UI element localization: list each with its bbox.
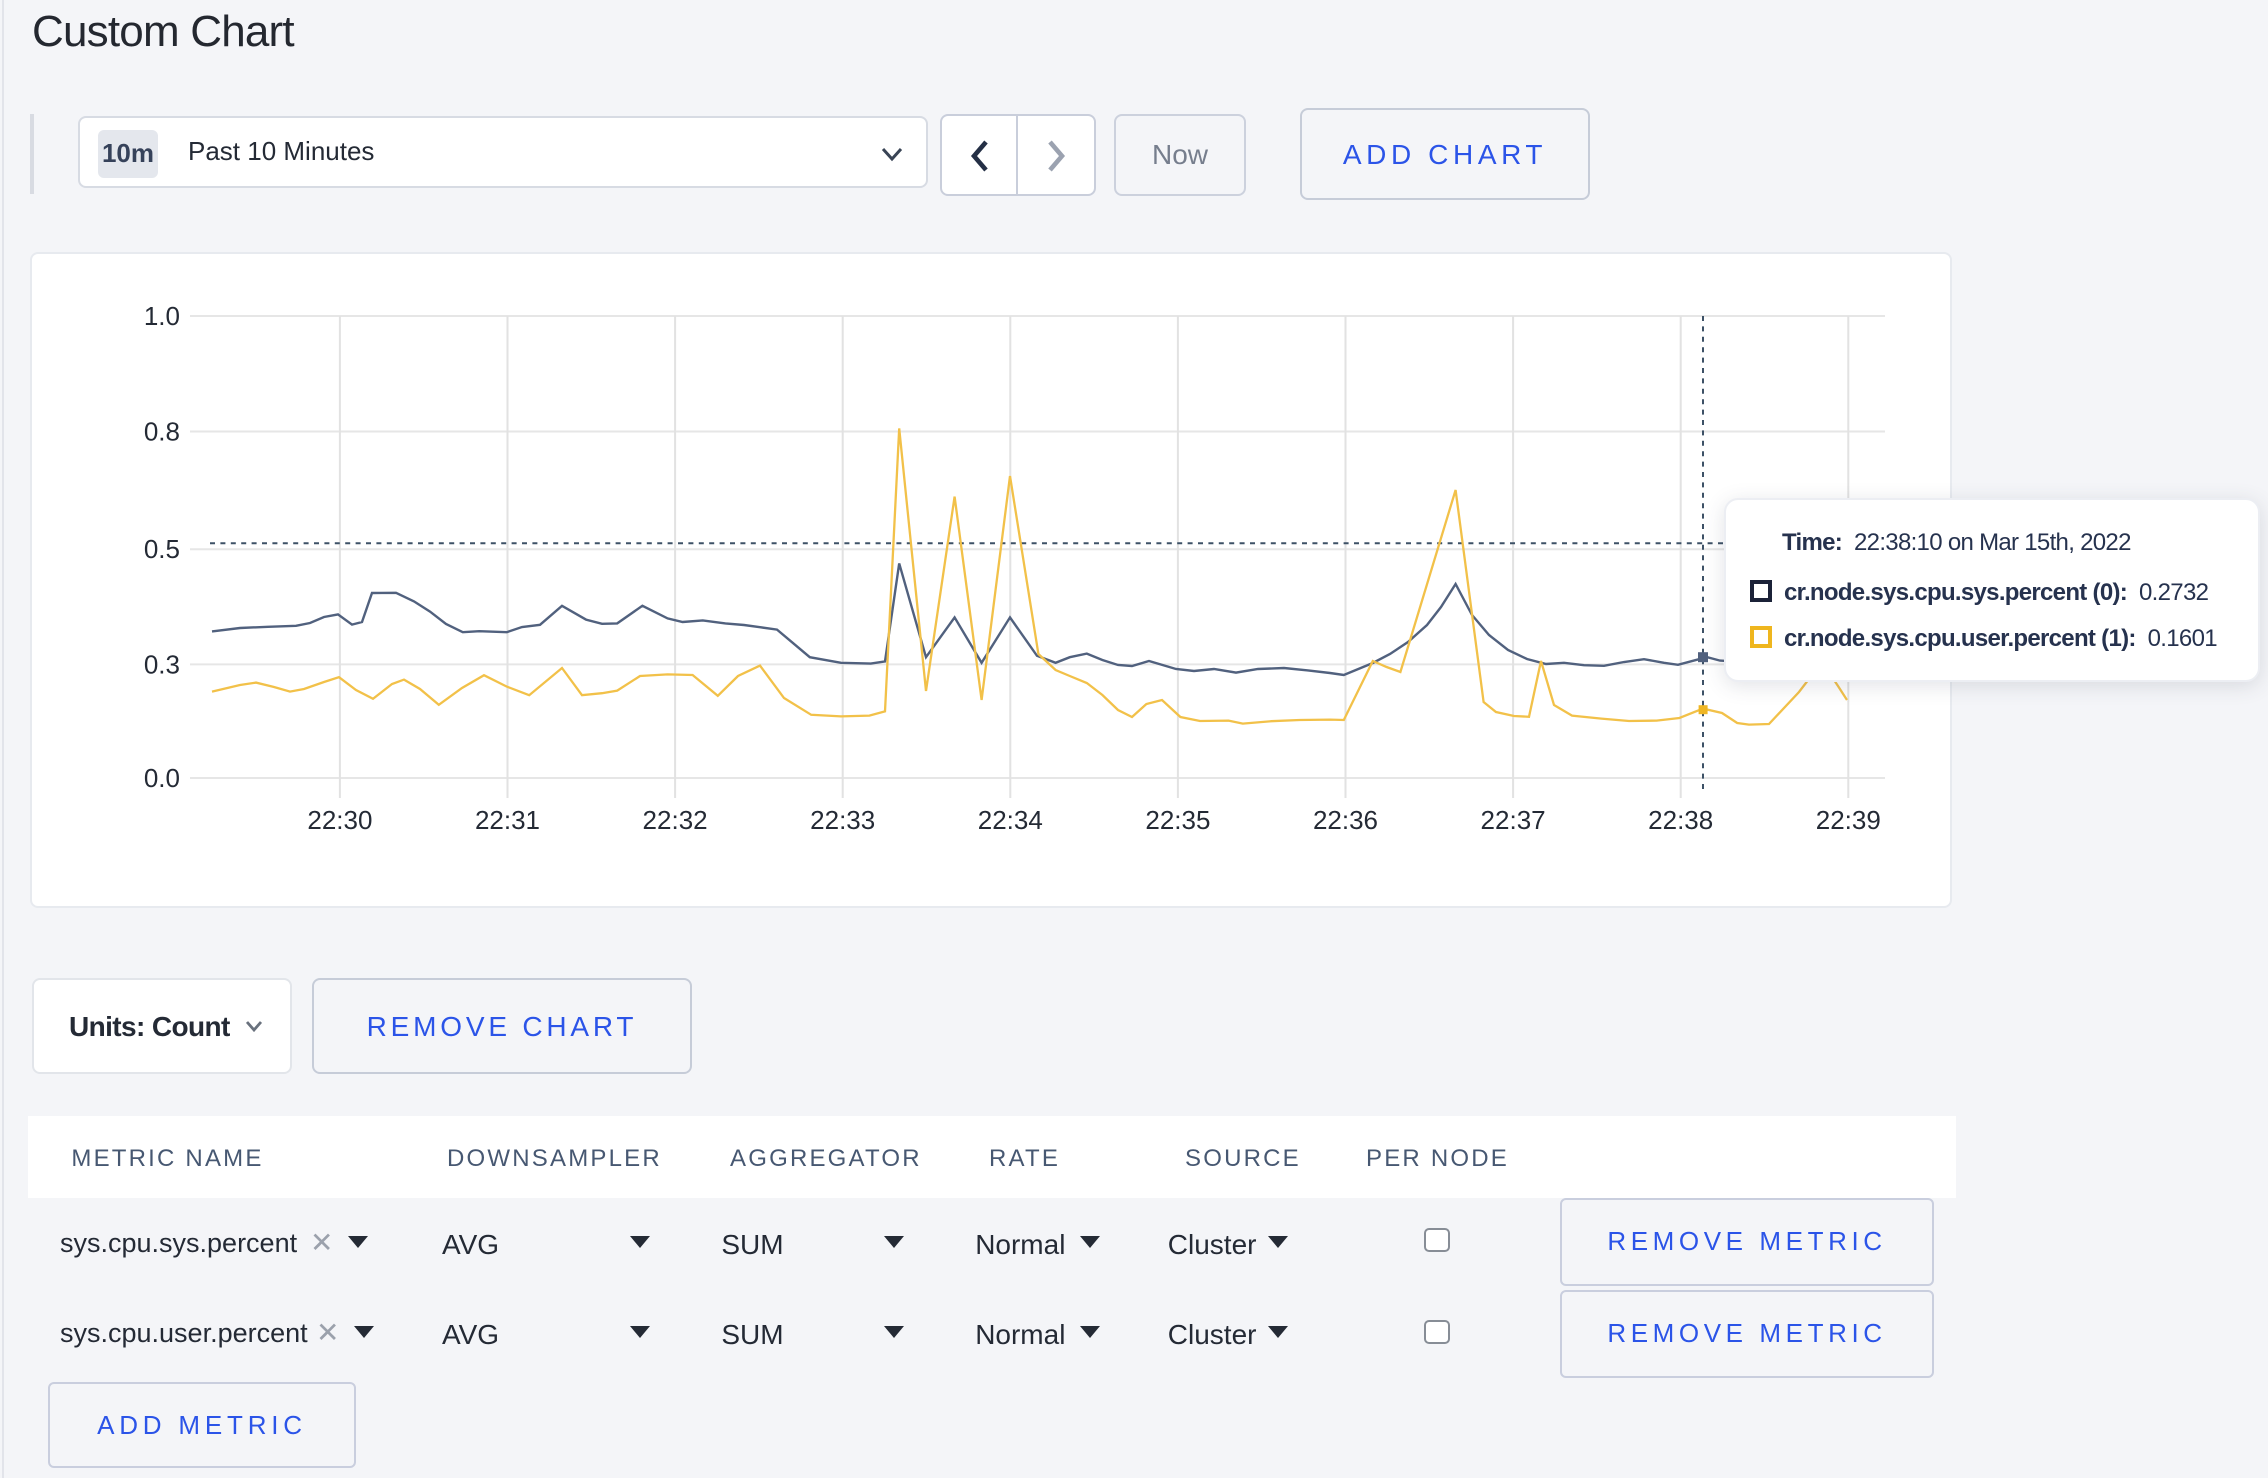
svg-text:22:34: 22:34 (978, 805, 1043, 835)
svg-text:0.5: 0.5 (144, 534, 180, 564)
svg-text:22:38: 22:38 (1648, 805, 1713, 835)
svg-text:0.8: 0.8 (144, 417, 180, 447)
svg-text:22:35: 22:35 (1145, 805, 1210, 835)
svg-text:0.3: 0.3 (144, 649, 180, 679)
svg-text:0.0: 0.0 (144, 763, 180, 793)
svg-text:22:32: 22:32 (643, 805, 708, 835)
svg-text:22:37: 22:37 (1481, 805, 1546, 835)
svg-text:22:39: 22:39 (1816, 805, 1881, 835)
svg-text:22:31: 22:31 (475, 805, 540, 835)
svg-text:22:30: 22:30 (307, 805, 372, 835)
svg-text:22:36: 22:36 (1313, 805, 1378, 835)
svg-text:22:33: 22:33 (810, 805, 875, 835)
svg-text:1.0: 1.0 (144, 301, 180, 331)
